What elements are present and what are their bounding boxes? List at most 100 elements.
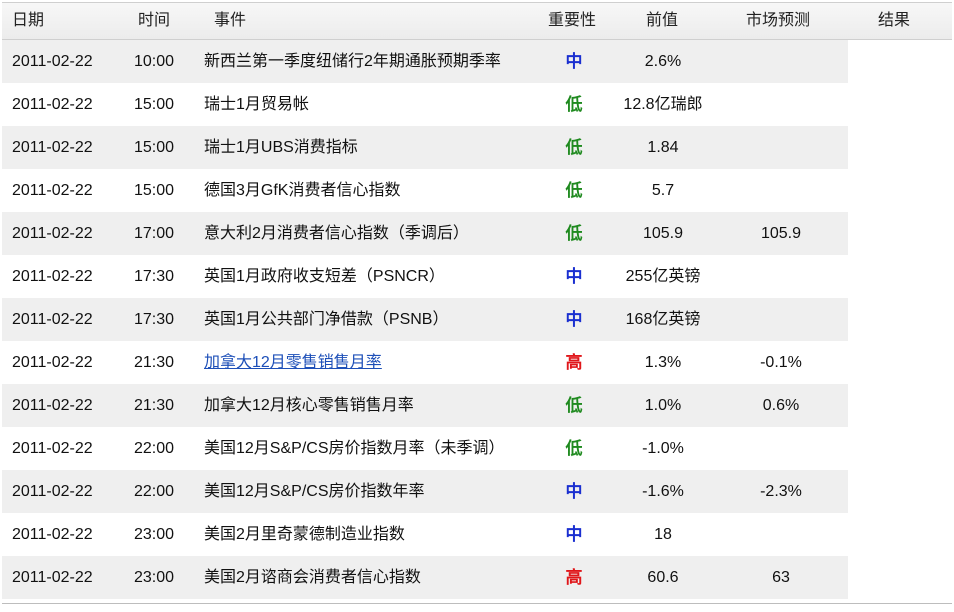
cell-result bbox=[848, 126, 946, 169]
cell-forecast: 105.9 bbox=[760, 225, 802, 242]
economic-calendar: 日期 时间 事件 重要性 前值 市场预测 结果 2011-02-22 10:00 新… bbox=[0, 0, 954, 612]
cell-date: 2011-02-22 bbox=[12, 225, 93, 242]
header-date[interactable]: 日期 bbox=[12, 3, 44, 39]
cell-result bbox=[848, 212, 946, 255]
cell-previous: 1.0% bbox=[644, 397, 682, 414]
cell-previous: 255亿英镑 bbox=[625, 268, 701, 285]
cell-previous: 60.6 bbox=[647, 569, 679, 586]
cell-previous: 18 bbox=[654, 526, 672, 543]
cell-result bbox=[848, 298, 946, 341]
cell-forecast bbox=[724, 169, 838, 212]
header-result[interactable]: 结果 bbox=[878, 3, 910, 39]
table-bottom-divider bbox=[2, 603, 952, 604]
cell-event: 瑞士1月贸易帐 bbox=[204, 96, 309, 113]
table-row: 2011-02-22 17:30 英国1月政府收支短差（PSNCR） 中 255亿英镑 bbox=[2, 255, 952, 298]
cell-previous: 12.8亿瑞郎 bbox=[623, 96, 703, 113]
cell-forecast: 63 bbox=[772, 569, 790, 586]
header-event[interactable]: 事件 bbox=[214, 3, 246, 39]
cell-event: 英国1月公共部门净借款（PSNB） bbox=[204, 311, 449, 328]
cell-importance: 低 bbox=[565, 181, 583, 200]
header-time[interactable]: 时间 bbox=[138, 3, 170, 39]
cell-time: 17:30 bbox=[134, 268, 175, 285]
cell-previous: -1.6% bbox=[642, 483, 684, 500]
cell-result bbox=[848, 83, 946, 126]
cell-date: 2011-02-22 bbox=[12, 483, 93, 500]
cell-event: 美国12月S&P/CS房价指数月率（未季调） bbox=[204, 440, 505, 457]
header-previous[interactable]: 前值 bbox=[646, 3, 678, 39]
cell-result bbox=[848, 470, 946, 513]
cell-importance: 中 bbox=[565, 482, 583, 501]
cell-forecast bbox=[724, 83, 838, 126]
event-link[interactable]: 加拿大12月零售销售月率 bbox=[204, 354, 382, 371]
cell-event: 新西兰第一季度纽储行2年期通胀预期季率 bbox=[204, 53, 501, 70]
cell-result bbox=[848, 556, 946, 599]
cell-importance: 高 bbox=[565, 568, 583, 587]
table-body: 2011-02-22 10:00 新西兰第一季度纽储行2年期通胀预期季率中 2.6% 2… bbox=[2, 40, 952, 599]
table-row: 2011-02-22 17:30 英国1月公共部门净借款（PSNB） 中 168亿英镑 bbox=[2, 298, 952, 341]
cell-time: 23:00 bbox=[134, 526, 175, 543]
table-row: 2011-02-22 22:00 美国12月S&P/CS房价指数年率 中 -1.6% -2… bbox=[2, 470, 952, 513]
cell-forecast bbox=[724, 255, 838, 298]
cell-date: 2011-02-22 bbox=[12, 526, 93, 543]
cell-date: 2011-02-22 bbox=[12, 53, 93, 70]
cell-previous: 1.84 bbox=[647, 139, 679, 156]
table-row: 2011-02-22 23:00 美国2月谘商会消费者信心指数 高 60.6 63 bbox=[2, 556, 952, 599]
cell-date: 2011-02-22 bbox=[12, 440, 93, 457]
cell-importance: 低 bbox=[565, 224, 583, 243]
cell-forecast: 0.6% bbox=[762, 397, 800, 414]
cell-event: 加拿大12月核心零售销售月率 bbox=[204, 397, 414, 414]
cell-event: 德国3月GfK消费者信心指数 bbox=[204, 182, 401, 199]
table-row: 2011-02-22 22:00 美国12月S&P/CS房价指数月率（未季调） 低 -1… bbox=[2, 427, 952, 470]
cell-date: 2011-02-22 bbox=[12, 397, 93, 414]
cell-previous: 105.9 bbox=[642, 225, 684, 242]
cell-previous: 5.7 bbox=[651, 182, 675, 199]
cell-importance: 中 bbox=[565, 525, 583, 544]
cell-date: 2011-02-22 bbox=[12, 268, 93, 285]
cell-time: 15:00 bbox=[134, 182, 175, 199]
cell-date: 2011-02-22 bbox=[12, 569, 93, 586]
cell-result bbox=[848, 513, 946, 556]
cell-forecast: -2.3% bbox=[760, 483, 802, 500]
cell-date: 2011-02-22 bbox=[12, 354, 93, 371]
cell-result bbox=[848, 427, 946, 470]
cell-importance: 低 bbox=[565, 95, 583, 114]
cell-event: 意大利2月消费者信心指数（季调后） bbox=[204, 225, 469, 242]
header-forecast[interactable]: 市场预测 bbox=[746, 3, 810, 39]
cell-forecast bbox=[724, 427, 838, 470]
cell-date: 2011-02-22 bbox=[12, 182, 93, 199]
cell-importance: 中 bbox=[565, 267, 583, 286]
cell-importance: 低 bbox=[565, 138, 583, 157]
cell-importance: 低 bbox=[565, 439, 583, 458]
table-row: 2011-02-22 15:00 瑞士1月UBS消费指标 低 1.84 bbox=[2, 126, 952, 169]
cell-date: 2011-02-22 bbox=[12, 139, 93, 156]
cell-event: 英国1月政府收支短差（PSNCR） bbox=[204, 268, 445, 285]
cell-event: 美国2月谘商会消费者信心指数 bbox=[204, 569, 421, 586]
cell-event: 加拿大12月零售销售月率 bbox=[204, 341, 382, 384]
cell-importance: 低 bbox=[565, 396, 583, 415]
cell-forecast bbox=[724, 40, 838, 83]
cell-importance: 高 bbox=[565, 353, 583, 372]
cell-forecast bbox=[724, 298, 838, 341]
cell-result bbox=[848, 40, 946, 83]
cell-previous: 168亿英镑 bbox=[625, 311, 701, 328]
cell-forecast: -0.1% bbox=[760, 354, 802, 371]
cell-time: 17:00 bbox=[134, 225, 175, 242]
cell-previous: 1.3% bbox=[644, 354, 682, 371]
cell-time: 22:00 bbox=[134, 440, 175, 457]
cell-event: 美国12月S&P/CS房价指数年率 bbox=[204, 483, 425, 500]
cell-time: 23:00 bbox=[134, 569, 175, 586]
cell-result bbox=[848, 255, 946, 298]
cell-event: 美国2月里奇蒙德制造业指数 bbox=[204, 526, 405, 543]
table-row: 2011-02-22 21:30 加拿大12月核心零售销售月率 低 1.0% 0.6% bbox=[2, 384, 952, 427]
cell-date: 2011-02-22 bbox=[12, 311, 93, 328]
header-importance[interactable]: 重要性 bbox=[548, 3, 596, 39]
table-row: 2011-02-22 15:00 瑞士1月贸易帐 低 12.8亿瑞郎 bbox=[2, 83, 952, 126]
cell-result bbox=[848, 384, 946, 427]
cell-result bbox=[848, 169, 946, 212]
cell-time: 22:00 bbox=[134, 483, 175, 500]
cell-time: 21:30 bbox=[134, 397, 175, 414]
cell-event: 瑞士1月UBS消费指标 bbox=[204, 139, 358, 156]
cell-time: 17:30 bbox=[134, 311, 175, 328]
cell-time: 15:00 bbox=[134, 139, 175, 156]
table-header: 日期 时间 事件 重要性 前值 市场预测 结果 bbox=[2, 2, 952, 40]
